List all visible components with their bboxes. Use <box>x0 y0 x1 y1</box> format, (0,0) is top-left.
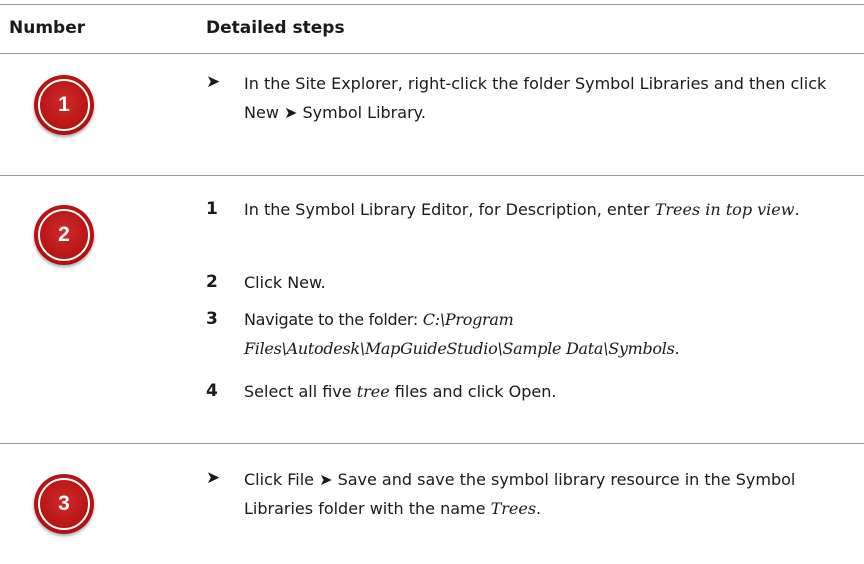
row-divider <box>0 175 864 176</box>
step-number: 2 <box>58 223 70 246</box>
row-divider <box>0 443 864 444</box>
substep-number: 4 <box>206 381 218 401</box>
step-number-badge: 2 <box>34 205 94 265</box>
substep-text: Navigate to the folder: C:\Program Files… <box>244 310 680 358</box>
bullet-arrow-icon: ➤ <box>206 72 221 92</box>
substep-number: 2 <box>206 272 218 292</box>
substep-text: Select all five tree files and click Ope… <box>244 382 557 401</box>
step-number: 1 <box>58 93 70 116</box>
bullet-arrow-icon: ➤ <box>206 468 221 488</box>
substep-number: 1 <box>206 199 218 219</box>
column-header-steps: Detailed steps <box>206 18 345 38</box>
substep-text: Click New. <box>244 273 326 292</box>
step-text: Click File ➤ Save and save the symbol li… <box>244 470 796 518</box>
step-text: In the Site Explorer, right-click the fo… <box>244 74 827 122</box>
step-number: 3 <box>58 492 70 515</box>
step-number-badge: 3 <box>34 474 94 534</box>
header-rule <box>0 53 864 54</box>
top-rule <box>0 4 864 5</box>
substep-number: 3 <box>206 309 218 329</box>
step-number-badge: 1 <box>34 75 94 135</box>
column-header-number: Number <box>9 18 86 38</box>
substep-text: In the Symbol Library Editor, for Descri… <box>244 200 800 219</box>
